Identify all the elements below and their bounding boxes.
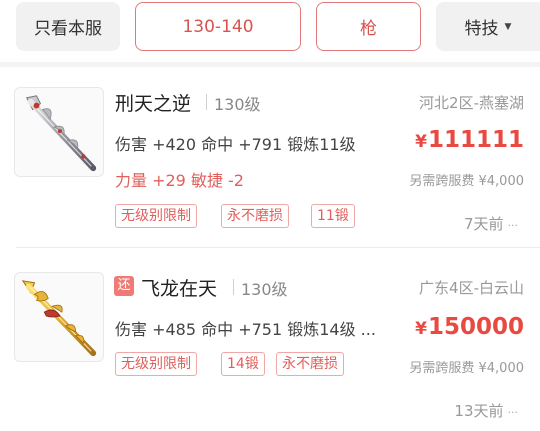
item-level: 130级 bbox=[241, 280, 288, 299]
level-separator bbox=[233, 279, 234, 295]
weapon-type-label: 枪 bbox=[360, 19, 377, 39]
listed-time-text: 13天前 bbox=[454, 402, 504, 420]
filter-bar: 只看本服 130-140 枪 特技 ▼ bbox=[0, 0, 540, 62]
spear-dragon-gold-icon bbox=[21, 280, 97, 357]
server-only-filter[interactable]: 只看本服 bbox=[16, 2, 120, 51]
currency-symbol: ¥ bbox=[415, 319, 427, 339]
return-badge: 还 bbox=[114, 276, 134, 296]
item-stats: 伤害 +420 命中 +791 锻炼11级 bbox=[115, 135, 356, 154]
price-value: 111111 bbox=[427, 127, 524, 153]
item-tag: 永不磨损 bbox=[221, 204, 289, 228]
listed-time-text: 7天前 bbox=[463, 215, 504, 233]
item-tag: 14锻 bbox=[221, 352, 265, 376]
item-price: ¥111111 bbox=[415, 127, 524, 153]
listing-item[interactable]: 还 飞龙在天 130级 伤害 +485 命中 +751 锻炼14级 ... 无级… bbox=[0, 248, 540, 428]
item-stats: 伤害 +485 命中 +751 锻炼14级 ... bbox=[115, 320, 376, 339]
item-name: 飞龙在天 bbox=[141, 278, 218, 300]
item-tag: 无级别限制 bbox=[115, 352, 197, 376]
item-level: 130级 bbox=[214, 95, 261, 114]
level-range-filter[interactable]: 130-140 bbox=[135, 2, 301, 51]
item-tag: 无级别限制 bbox=[115, 204, 197, 228]
item-thumbnail[interactable] bbox=[14, 87, 104, 177]
item-name: 刑天之逆 bbox=[115, 93, 192, 115]
weapon-type-filter[interactable]: 枪 bbox=[316, 2, 421, 51]
more-options-icon[interactable]: ··· bbox=[508, 406, 519, 419]
currency-symbol: ¥ bbox=[415, 132, 427, 152]
listed-time: 7天前 ··· bbox=[464, 213, 518, 234]
price-value: 150000 bbox=[427, 314, 524, 340]
server-name: 广东4区-白云山 bbox=[419, 279, 524, 297]
spear-silver-icon bbox=[26, 95, 97, 172]
item-thumbnail[interactable] bbox=[14, 272, 104, 362]
item-tag: 永不磨损 bbox=[276, 352, 344, 376]
server-name: 河北2区-燕塞湖 bbox=[419, 94, 524, 112]
skill-filter-label: 特技 bbox=[464, 19, 499, 39]
more-options-icon[interactable]: ··· bbox=[508, 219, 519, 232]
server-only-label: 只看本服 bbox=[34, 19, 102, 39]
item-bonus: 力量 +29 敏捷 -2 bbox=[115, 171, 244, 190]
cross-server-fee: 另需跨服费 ¥4,000 bbox=[409, 174, 524, 189]
skill-filter-dropdown[interactable]: 特技 ▼ bbox=[436, 2, 540, 51]
item-price: ¥150000 bbox=[415, 314, 524, 340]
cross-server-fee: 另需跨服费 ¥4,000 bbox=[409, 361, 524, 376]
caret-down-icon: ▼ bbox=[504, 21, 512, 32]
listing-item[interactable]: 刑天之逆 130级 伤害 +420 命中 +791 锻炼11级 力量 +29 敏… bbox=[0, 67, 540, 247]
level-range-label: 130-140 bbox=[182, 16, 254, 37]
level-separator bbox=[206, 94, 207, 110]
item-tag: 11锻 bbox=[311, 204, 355, 228]
listed-time: 13天前 ··· bbox=[454, 400, 518, 421]
